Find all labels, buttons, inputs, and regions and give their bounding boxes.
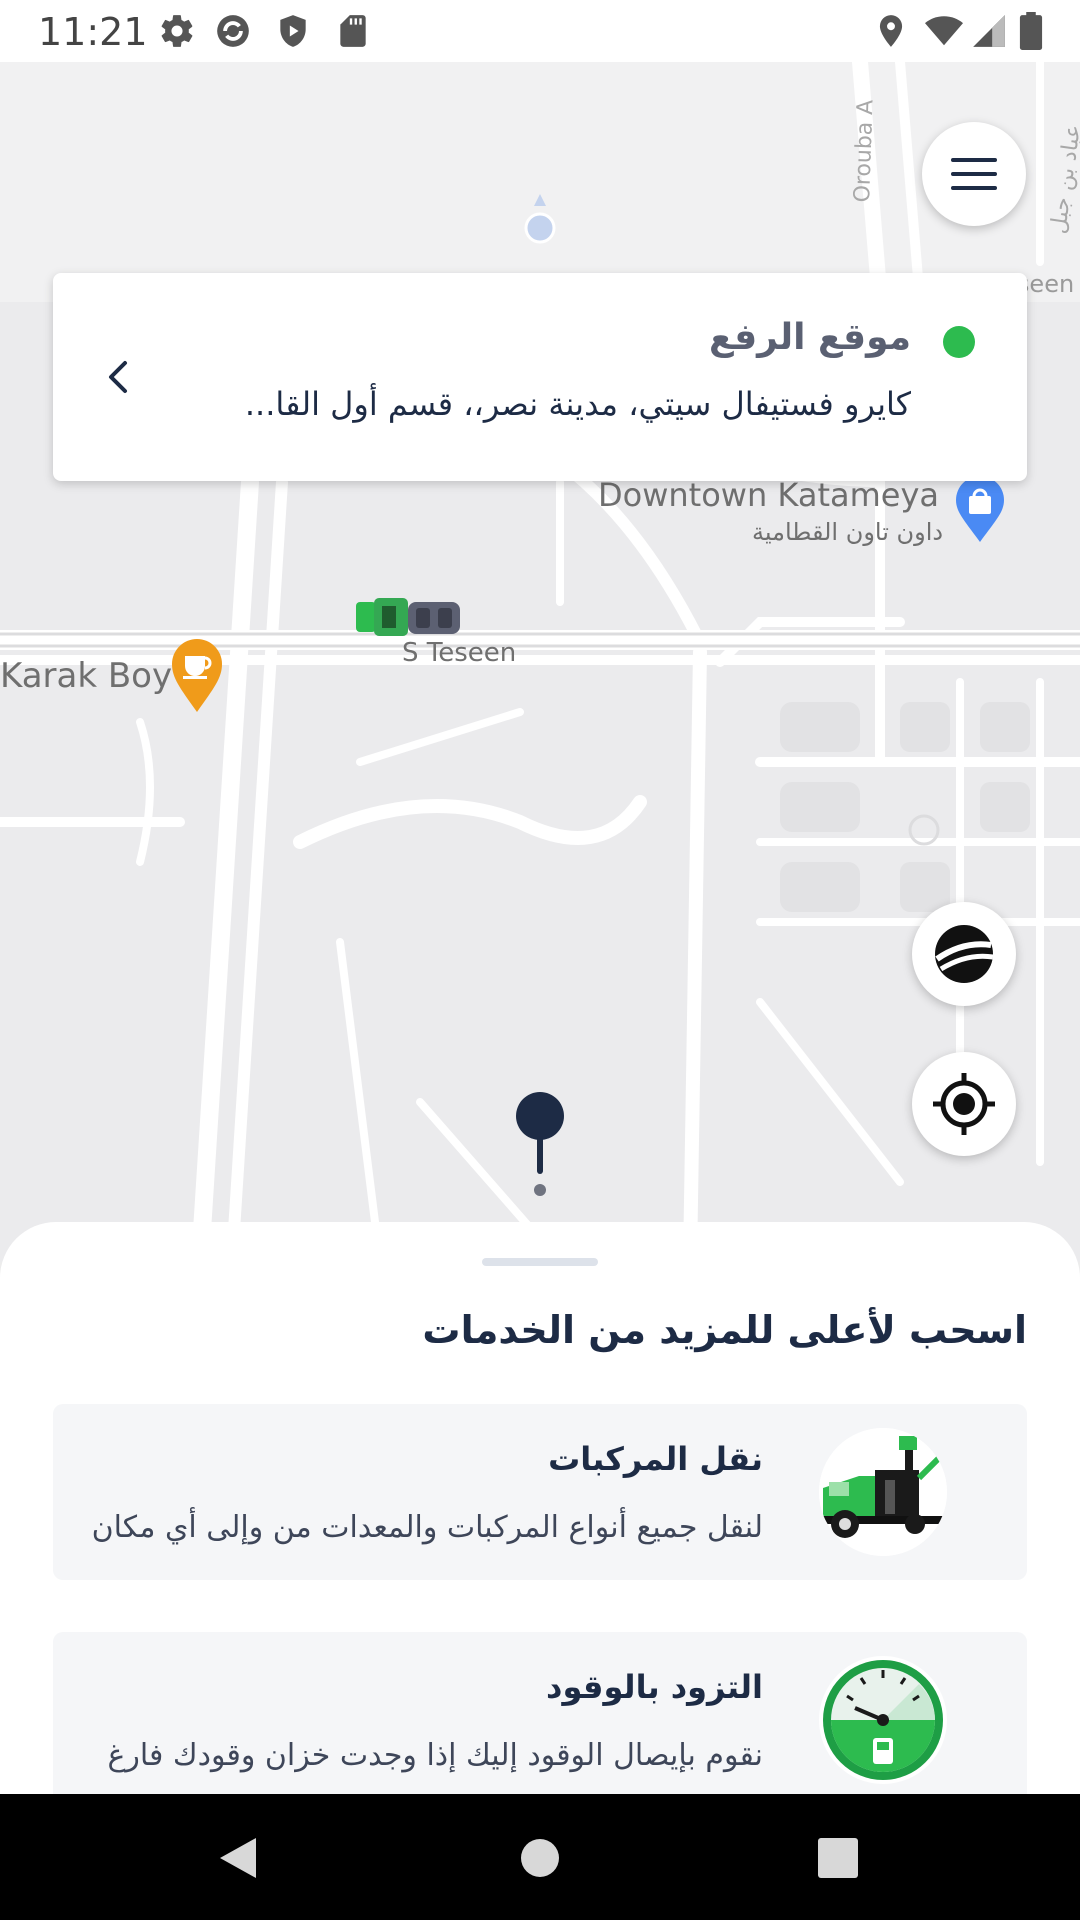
pickup-status-dot: [943, 326, 975, 358]
service-description: نقوم بإيصال الوقود إليك إذا وجدت خزان وق…: [107, 1738, 763, 1773]
my-location-button[interactable]: [912, 1052, 1016, 1156]
recents-icon[interactable]: [810, 1830, 866, 1886]
fuel-gauge-icon: [823, 1660, 943, 1780]
truck-marker-icon: [356, 598, 460, 636]
crosshair-icon: [933, 1073, 995, 1135]
menu-icon: [951, 158, 997, 190]
sync-icon: [217, 15, 249, 47]
status-time: 11:21: [38, 10, 148, 54]
home-icon[interactable]: [512, 1830, 568, 1886]
service-card-fuel-delivery[interactable]: التزود بالوقود نقوم بإيصال الوقود إليك إ…: [53, 1632, 1027, 1794]
map-layers-button[interactable]: [912, 902, 1016, 1006]
menu-button[interactable]: [922, 122, 1026, 226]
chevron-left-icon[interactable]: [99, 357, 139, 397]
service-icon-wrapper: [819, 1656, 947, 1784]
drag-handle[interactable]: [482, 1258, 598, 1266]
tow-truck-icon: [819, 1428, 947, 1556]
service-icon-wrapper: [819, 1428, 947, 1556]
map-label-orouba: Orouba A: [850, 99, 879, 203]
pickup-location-card[interactable]: موقع الرفع كايرو فستيفال سيتي، مدينة نصر…: [53, 273, 1027, 481]
pickup-title: موقع الرفع: [709, 317, 911, 358]
settings-icon: [161, 15, 193, 47]
pickup-address: كايرو فستيفال سيتي، مدينة نصر،، قسم أول …: [244, 385, 911, 423]
system-nav-bar: [0, 1794, 1080, 1920]
status-bar: 11:21: [0, 0, 1080, 62]
services-sheet[interactable]: اسحب لأعلى للمزيد من الخدمات نقل المركبا…: [0, 1222, 1080, 1794]
sheet-title: اسحب لأعلى للمزيد من الخدمات: [422, 1308, 1027, 1352]
back-icon[interactable]: [210, 1830, 266, 1886]
map-label-downtown-ar: داون تاون القطامية: [752, 518, 944, 546]
service-card-vehicle-transport[interactable]: نقل المركبات لنقل جميع أنواع المركبات وا…: [53, 1404, 1027, 1580]
map-label-karak: Karak Boy: [0, 656, 173, 696]
location-icon: [879, 15, 903, 47]
cafe-pin-icon[interactable]: [170, 638, 224, 714]
sd-card-icon: [340, 15, 366, 47]
shopping-pin-icon[interactable]: [954, 476, 1006, 544]
center-pin-icon: [516, 1092, 564, 1196]
wifi-icon: [925, 16, 963, 46]
map-label-s-teseen: S Teseen: [402, 638, 517, 668]
service-title: التزود بالوقود: [546, 1668, 763, 1706]
signal-icon: [973, 15, 1005, 47]
battery-icon: [1019, 12, 1043, 50]
service-title: نقل المركبات: [548, 1440, 763, 1478]
service-description: لنقل جميع أنواع المركبات والمعدات من وإل…: [91, 1510, 763, 1545]
shield-play-icon: [280, 15, 306, 47]
globe-icon: [935, 925, 994, 983]
map-label-downtown: Downtown Katameya: [598, 476, 940, 514]
